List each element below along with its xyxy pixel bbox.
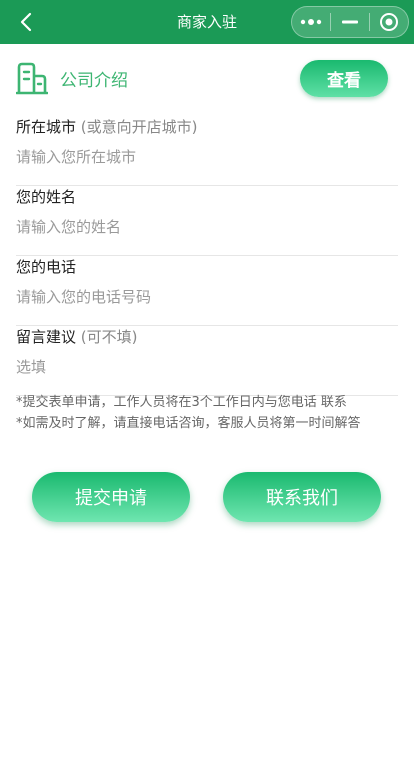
submit-application-button[interactable]: 提交申请 (32, 472, 190, 522)
more-dots-icon (300, 19, 322, 25)
suggestion-label: 留言建议 (可不填) (16, 326, 138, 347)
suggestion-input[interactable] (16, 354, 396, 380)
minimize-button[interactable] (331, 7, 369, 37)
company-intro-row: 公司介绍 查看 (16, 60, 388, 100)
notice-line: *如需及时了解，请直接电话咨询，客服人员将第一时间解答 (16, 416, 361, 431)
target-circle-icon (380, 13, 398, 31)
name-field: 您的姓名 (16, 186, 398, 256)
name-input[interactable] (16, 214, 396, 240)
phone-label-text: 您的电话 (16, 258, 77, 276)
suggestion-label-text: 留言建议 (16, 328, 77, 346)
building-icon (16, 62, 48, 95)
view-intro-button[interactable]: 查看 (300, 60, 388, 97)
city-label-text: 所在城市 (16, 118, 77, 136)
navigation-bar: 商家入驻 (0, 0, 414, 44)
name-label-text: 您的姓名 (16, 188, 77, 206)
phone-field: 您的电话 (16, 256, 398, 326)
name-label: 您的姓名 (16, 186, 76, 207)
company-intro-title: 公司介绍 (60, 71, 128, 91)
mini-program-capsule (291, 6, 409, 38)
notice-text: *提交表单申请，工作人员将在3个工作日内与您电话 联系 *如需及时了解，请直接电… (16, 392, 398, 434)
notice-line: *提交表单申请，工作人员将在3个工作日内与您电话 联系 (16, 395, 347, 410)
suggestion-label-hint: (可不填) (80, 328, 138, 346)
more-button[interactable] (292, 7, 330, 37)
city-input[interactable] (16, 144, 396, 170)
minimize-icon (342, 20, 358, 24)
close-button[interactable] (370, 7, 408, 37)
suggestion-field: 留言建议 (可不填) (16, 326, 398, 396)
city-label: 所在城市 (或意向开店城市) (16, 116, 198, 137)
city-field: 所在城市 (或意向开店城市) (16, 116, 398, 186)
city-label-hint: (或意向开店城市) (80, 118, 198, 136)
phone-label: 您的电话 (16, 256, 76, 277)
contact-us-button[interactable]: 联系我们 (223, 472, 381, 522)
phone-input[interactable] (16, 284, 396, 310)
